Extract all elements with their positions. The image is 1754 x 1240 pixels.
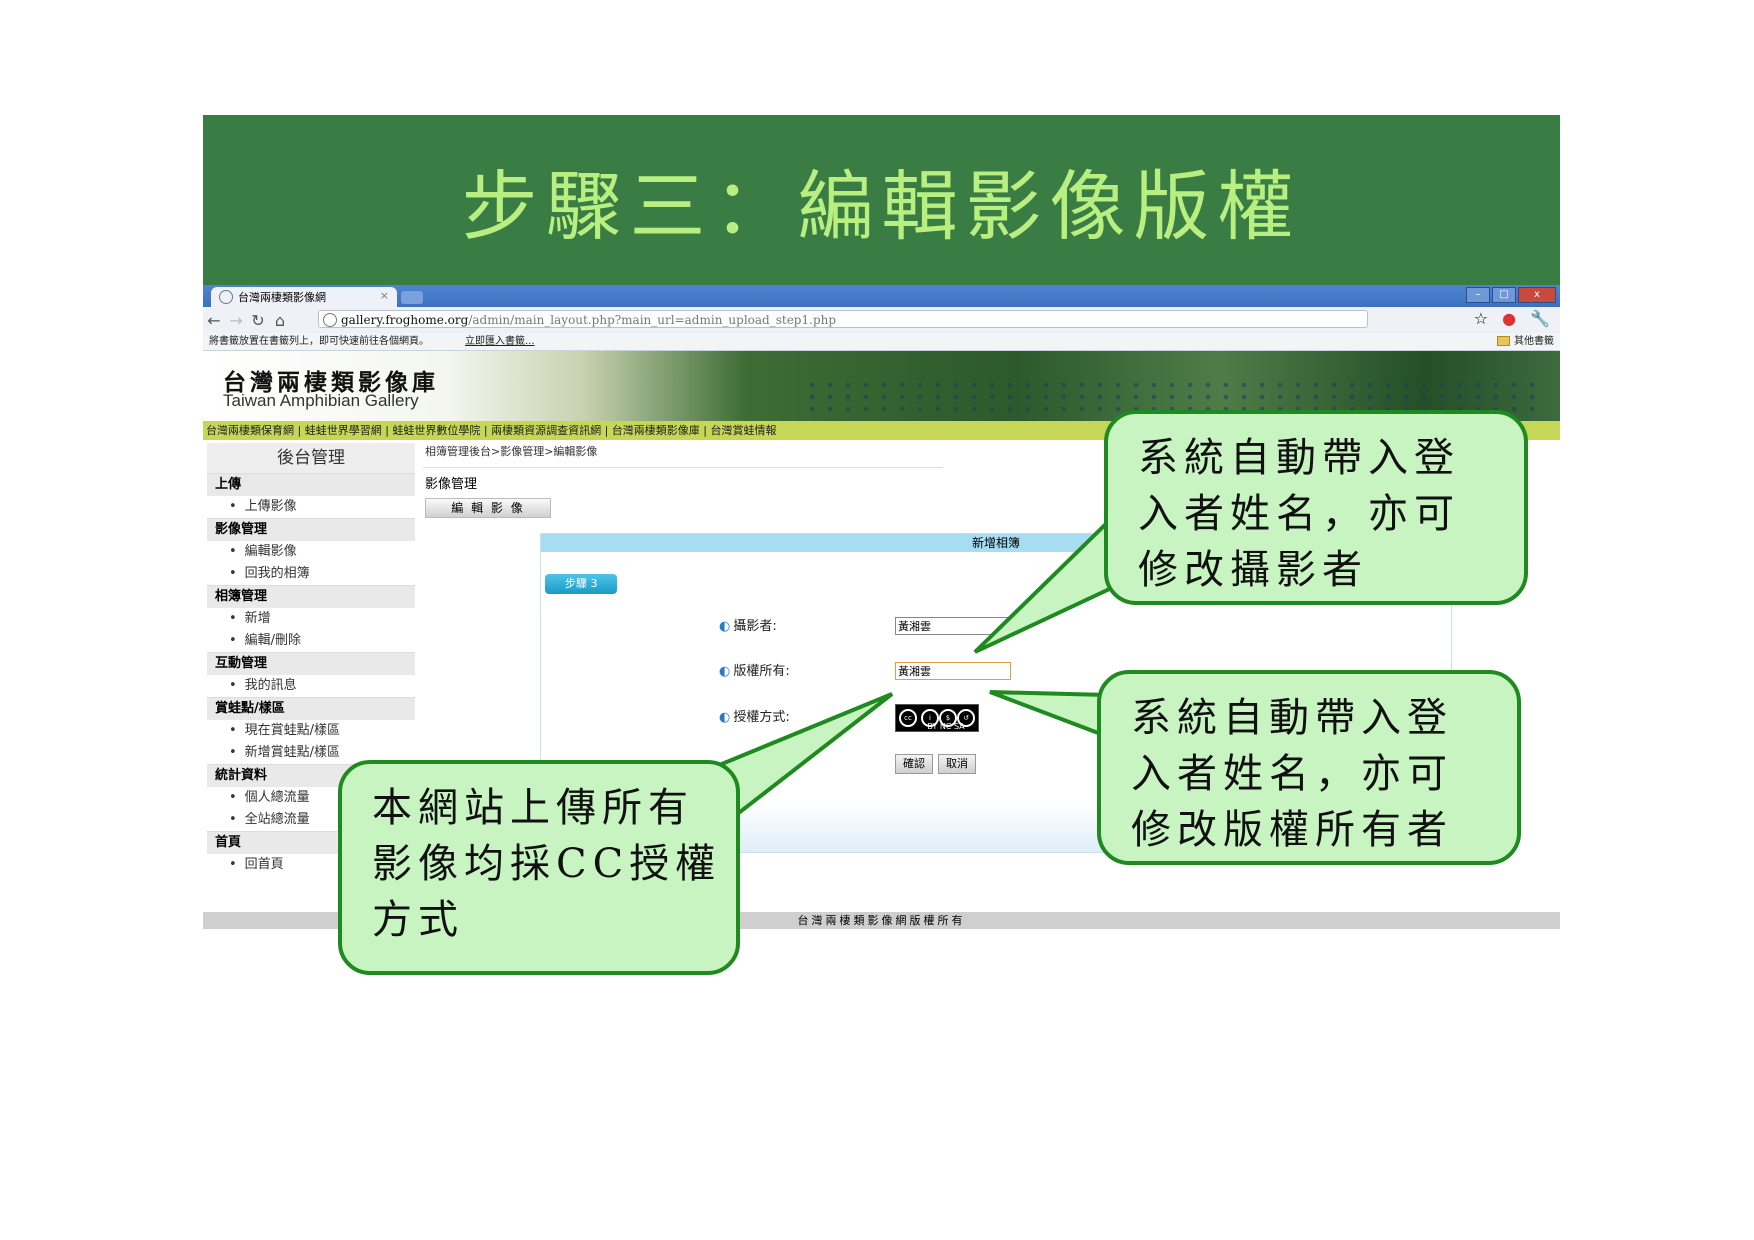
callout-photographer: 系統自動帶入登 入者姓名，亦可 修改攝影者 xyxy=(1104,410,1528,605)
new-tab-button[interactable] xyxy=(401,291,423,304)
tab-title: 台灣兩棲類影像網 xyxy=(238,291,326,304)
sidebar-section: 賞蛙點/樣區 xyxy=(207,697,415,720)
license-label: ◐ 授權方式: xyxy=(719,710,790,725)
sidebar-section: 上傳 xyxy=(207,473,415,496)
copyright-label: ◐ 版權所有: xyxy=(719,664,790,679)
slide-title: 步驟三：編輯影像版權 xyxy=(461,162,1302,251)
browser-tab[interactable]: 台灣兩棲類影像網 × xyxy=(211,287,397,307)
globe-icon xyxy=(323,313,337,327)
forward-arrow-icon[interactable]: → xyxy=(225,311,247,330)
tab-close-icon[interactable]: × xyxy=(380,289,389,302)
step-indicator: 步驟 3 xyxy=(545,574,617,594)
breadcrumb: 相簿管理後台>影像管理>編輯影像 xyxy=(425,445,598,458)
bookmark-bar: 將書籤放置在書籤列上，即可快速前往各個網頁。 立即匯入書籤... 其他書籤 xyxy=(203,333,1560,351)
bullet-icon: ◐ xyxy=(719,619,731,634)
wrench-icon[interactable]: 🔧 xyxy=(1530,309,1550,328)
bullet-icon: ◐ xyxy=(719,710,731,725)
sa-icon: ↺ xyxy=(957,709,975,727)
callout-copyright: 系統自動帶入登 入者姓名，亦可 修改版權所有者 xyxy=(1097,670,1521,865)
sidebar-item-add-album[interactable]: 新增 xyxy=(207,608,415,630)
sidebar-item-upload-image[interactable]: 上傳影像 xyxy=(207,496,415,518)
callout-photographer-text: 系統自動帶入登 入者姓名，亦可 修改攝影者 xyxy=(1138,435,1460,593)
navigation-bar: ← → ↻ ⌂ gallery.froghome.org/admin/main_… xyxy=(203,307,1560,333)
by-icon: i xyxy=(921,709,939,727)
minimize-button[interactable]: – xyxy=(1466,287,1490,303)
close-window-button[interactable]: x xyxy=(1518,287,1556,303)
sidebar-section: 影像管理 xyxy=(207,518,415,541)
folder-icon xyxy=(1497,336,1510,346)
callout-license: 本網站上傳所有 影像均採CC授權 方式 xyxy=(338,760,740,975)
sidebar-section: 相簿管理 xyxy=(207,585,415,608)
photographer-input[interactable]: 黃湘雲 xyxy=(895,617,1011,635)
back-arrow-icon[interactable]: ← xyxy=(203,311,225,330)
cancel-button[interactable]: 取消 xyxy=(938,754,976,774)
bullet-icon: ◐ xyxy=(719,664,731,679)
callout-copyright-text: 系統自動帶入登 入者姓名，亦可 修改版權所有者 xyxy=(1131,695,1453,853)
site-subtitle: Taiwan Amphibian Gallery xyxy=(223,391,419,410)
callout-license-text: 本網站上傳所有 影像均採CC授權 方式 xyxy=(372,785,722,943)
other-bookmarks[interactable]: 其他書籤 xyxy=(1497,333,1554,350)
maximize-button[interactable]: □ xyxy=(1492,287,1516,303)
divider xyxy=(423,467,943,468)
bookmark-message: 將書籤放置在書籤列上，即可快速前往各個網頁。 xyxy=(209,336,429,347)
window-controls: – □ x xyxy=(1466,287,1556,303)
toolbar-right: ☆ ● 🔧 xyxy=(1474,309,1550,328)
url-path: /admin/main_layout.php?main_url=admin_up… xyxy=(468,313,837,327)
nc-icon: $ xyxy=(939,709,957,727)
import-bookmarks-link[interactable]: 立即匯入書籤... xyxy=(465,333,535,350)
home-icon[interactable]: ⌂ xyxy=(269,311,291,330)
url-host: gallery.froghome.org xyxy=(341,313,469,327)
sidebar-heading: 後台管理 xyxy=(207,443,415,473)
photographer-label: ◐ 攝影者: xyxy=(719,619,777,634)
address-bar[interactable]: gallery.froghome.org/admin/main_layout.p… xyxy=(318,310,1368,328)
slide-header: 步驟三：編輯影像版權 xyxy=(203,115,1560,285)
sidebar-item-edit-image[interactable]: 編輯影像 xyxy=(207,541,415,563)
sidebar-item-my-album[interactable]: 回我的相簿 xyxy=(207,563,415,585)
copyright-input[interactable]: 黃湘雲 xyxy=(895,662,1011,680)
reload-icon[interactable]: ↻ xyxy=(247,311,269,330)
sidebar-item-current-spots[interactable]: 現在賞蛙點/樣區 xyxy=(207,720,415,742)
confirm-button[interactable]: 確認 xyxy=(895,754,933,774)
edit-image-button[interactable]: 編 輯 影 像 xyxy=(425,498,551,518)
tab-bar: 台灣兩棲類影像網 × – □ x xyxy=(203,285,1560,307)
sidebar-item-edit-album[interactable]: 編輯/刪除 xyxy=(207,630,415,652)
globe-icon xyxy=(219,290,233,304)
sidebar-item-my-messages[interactable]: 我的訊息 xyxy=(207,675,415,697)
extension-icon[interactable]: ● xyxy=(1502,309,1516,328)
star-icon[interactable]: ☆ xyxy=(1474,309,1488,328)
cc-icon: cc xyxy=(899,709,917,727)
sidebar-section: 互動管理 xyxy=(207,652,415,675)
section-title: 影像管理 xyxy=(425,477,478,492)
cc-license-icon: cc i $ ↺ BY NC SA xyxy=(895,704,979,732)
